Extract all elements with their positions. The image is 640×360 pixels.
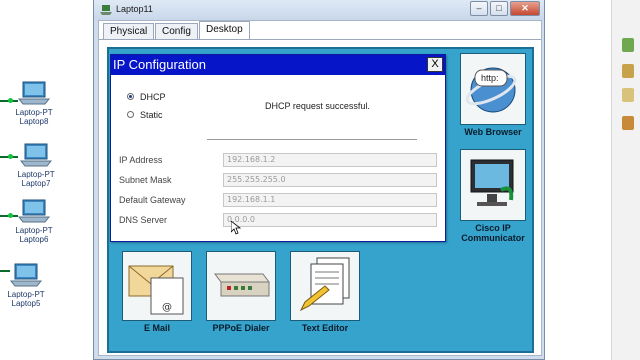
laptop-model-label: Laptop-PT [15, 226, 53, 235]
laptop-name-label: Laptop6 [19, 235, 49, 244]
ip-config-close-button[interactable]: X [427, 57, 443, 72]
dns-server-field[interactable]: 0.0.0.0 [223, 213, 437, 227]
default-gateway-field[interactable]: 192.168.1.1 [223, 193, 437, 207]
text-editor-icon [290, 251, 360, 321]
ip-config-body: DHCP Static DHCP request successful. IP … [111, 75, 445, 241]
laptop-icon[interactable]: Laptop-PT Laptop8 [4, 80, 64, 126]
toolbar-tool-icon[interactable] [622, 88, 634, 102]
subnet-mask-field[interactable]: 255.255.255.0 [223, 173, 437, 187]
email-icon: @ [122, 251, 192, 321]
ip-configuration-dialog: IP Configuration X DHCP Static DHCP requ… [110, 54, 446, 242]
toolbar-tool-icon[interactable] [622, 38, 634, 52]
toolbar-tool-icon[interactable] [622, 116, 634, 130]
static-radio[interactable]: Static [127, 110, 163, 120]
laptop-name-label: Laptop8 [19, 117, 49, 126]
close-icon: ✕ [521, 3, 529, 13]
tab-divider [99, 39, 541, 40]
separator [207, 139, 417, 140]
static-radio-label: Static [140, 110, 163, 120]
maximize-icon: □ [496, 3, 502, 13]
minimize-icon: – [476, 3, 482, 13]
window-title: Laptop11 [116, 4, 153, 14]
email-app[interactable]: @ E Mail [121, 251, 193, 333]
dhcp-radio[interactable]: DHCP [127, 92, 166, 102]
pppoe-dialer-app[interactable]: PPPoE Dialer [201, 251, 281, 333]
pppoe-dialer-icon [206, 251, 276, 321]
laptop-model-label: Laptop-PT [7, 290, 45, 299]
web-browser-app[interactable]: http: Web Browser [457, 53, 529, 137]
text-editor-app[interactable]: Text Editor [285, 251, 365, 333]
laptop-model-label: Laptop-PT [17, 170, 55, 179]
svg-text:@: @ [162, 302, 172, 313]
window-titlebar[interactable]: Laptop11 – □ ✕ [94, 0, 544, 20]
web-browser-label: Web Browser [464, 127, 522, 137]
laptop-name-label: Laptop7 [21, 179, 51, 188]
default-gateway-label: Default Gateway [119, 195, 186, 205]
ip-address-field[interactable]: 192.168.1.2 [223, 153, 437, 167]
dhcp-radio-label: DHCP [140, 92, 166, 102]
cisco-ip-communicator-app[interactable]: Cisco IP Communicator [455, 149, 531, 243]
tab-config[interactable]: Config [155, 23, 198, 39]
laptop-app-icon [100, 5, 112, 15]
ip-config-titlebar[interactable]: IP Configuration X [111, 55, 445, 75]
web-browser-icon: http: [460, 53, 526, 125]
radio-selected-icon [127, 93, 134, 101]
close-icon: X [431, 58, 439, 70]
laptop-icon[interactable]: Laptop-PT Laptop5 [0, 262, 56, 308]
cisco-ip-label-line1: Cisco IP [475, 223, 511, 233]
subnet-mask-label: Subnet Mask [119, 175, 172, 185]
laptop-name-label: Laptop5 [11, 299, 41, 308]
right-toolbar-strip [611, 0, 640, 360]
email-label: E Mail [143, 323, 170, 333]
mouse-cursor-icon [231, 221, 241, 235]
pppoe-dialer-label: PPPoE Dialer [212, 323, 270, 333]
laptop-icon[interactable]: Laptop-PT Laptop6 [4, 198, 64, 244]
cisco-ip-label-line2: Communicator [461, 233, 525, 243]
laptop-model-label: Laptop-PT [15, 108, 53, 117]
maximize-button[interactable]: □ [490, 1, 508, 16]
cisco-ip-communicator-icon [460, 149, 526, 221]
laptop-icon[interactable]: Laptop-PT Laptop7 [6, 142, 66, 188]
dns-server-label: DNS Server [119, 215, 168, 225]
ip-config-title: IP Configuration [113, 57, 206, 72]
toolbar-tool-icon[interactable] [622, 64, 634, 78]
radio-unselected-icon [127, 111, 134, 119]
minimize-button[interactable]: – [470, 1, 488, 16]
text-editor-label: Text Editor [301, 323, 349, 333]
tab-physical[interactable]: Physical [103, 23, 155, 39]
ip-address-label: IP Address [119, 155, 163, 165]
close-button[interactable]: ✕ [510, 1, 540, 16]
tab-desktop[interactable]: Desktop [199, 21, 250, 39]
web-browser-icon-text: http: [481, 73, 499, 83]
dhcp-status-message: DHCP request successful. [265, 101, 370, 111]
